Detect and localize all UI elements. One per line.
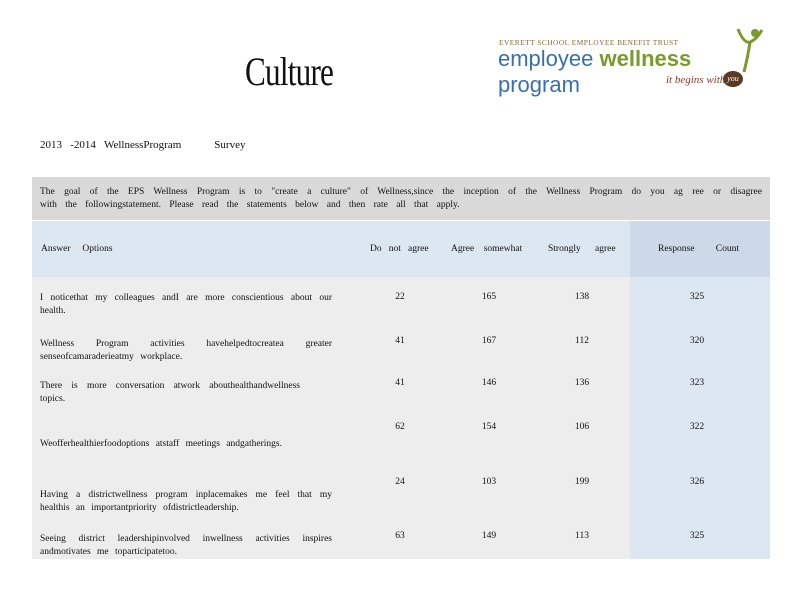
header-agree-somewhat: Agree somewhat xyxy=(451,244,523,254)
row-do-not-agree: 24 xyxy=(395,477,405,487)
table-body xyxy=(32,277,630,559)
row-agree-somewhat: 103 xyxy=(481,477,497,487)
page-title: Culture xyxy=(245,49,334,94)
row-do-not-agree: 22 xyxy=(395,292,405,302)
row-agree-somewhat: 167 xyxy=(481,336,497,346)
survey-title: 2013 -2014 WellnessProgram Survey xyxy=(40,139,246,151)
row-statement: Having a districtwellness program inplac… xyxy=(40,490,332,513)
row-strongly-agree: 112 xyxy=(575,336,589,346)
count-column-body xyxy=(630,277,770,559)
row-strongly-agree: 138 xyxy=(574,292,590,302)
row-strongly-agree: 113 xyxy=(575,531,589,541)
row-statement: Seeing district leadershipinvolved inwel… xyxy=(40,534,332,557)
wellness-program-logo: EVERETT SCHOOL EMPLOYEE BENEFIT TRUST em… xyxy=(498,28,768,97)
row-statement: There is more conversation atwork abouth… xyxy=(40,381,300,404)
row-statement: Wellness Program activities havehelpedto… xyxy=(40,339,332,362)
row-agree-somewhat: 149 xyxy=(481,531,497,541)
row-response-count: 326 xyxy=(689,477,705,487)
row-response-count: 322 xyxy=(689,422,705,432)
row-strongly-agree: 136 xyxy=(574,378,590,388)
row-strongly-agree: 106 xyxy=(574,422,590,432)
table-header: Answer Options Do not agree Agree somewh… xyxy=(32,221,770,277)
logo-word-program: program xyxy=(498,72,580,97)
row-response-count: 325 xyxy=(689,292,705,302)
header-strongly-agree: Strongly agree xyxy=(548,244,616,254)
intro-text: The goal of the EPS Wellness Program is … xyxy=(32,177,770,220)
header-response-count: Response Count xyxy=(658,244,740,254)
row-response-count: 325 xyxy=(689,531,705,541)
row-agree-somewhat: 165 xyxy=(481,292,497,302)
row-statement: I noticethat my colleagues andI are more… xyxy=(40,293,332,316)
logo-tagline: it begins with xyxy=(666,74,726,86)
row-do-not-agree: 63 xyxy=(395,531,405,541)
row-strongly-agree: 199 xyxy=(574,477,590,487)
row-do-not-agree: 41 xyxy=(395,378,405,388)
logo-word-wellness: wellness xyxy=(599,46,692,71)
row-agree-somewhat: 154 xyxy=(481,422,497,432)
figure-icon xyxy=(736,28,764,73)
row-do-not-agree: 41 xyxy=(395,336,405,346)
header-answer-options: Answer Options xyxy=(41,244,113,254)
logo-word-employee: employee xyxy=(498,46,594,71)
row-agree-somewhat: 146 xyxy=(481,378,497,388)
row-do-not-agree: 62 xyxy=(395,422,405,432)
row-response-count: 323 xyxy=(689,378,705,388)
header-do-not-agree: Do not agree xyxy=(370,244,429,254)
row-response-count: 320 xyxy=(689,336,705,346)
row-statement: Weofferhealthierfoodoptions atstaff meet… xyxy=(40,439,282,449)
